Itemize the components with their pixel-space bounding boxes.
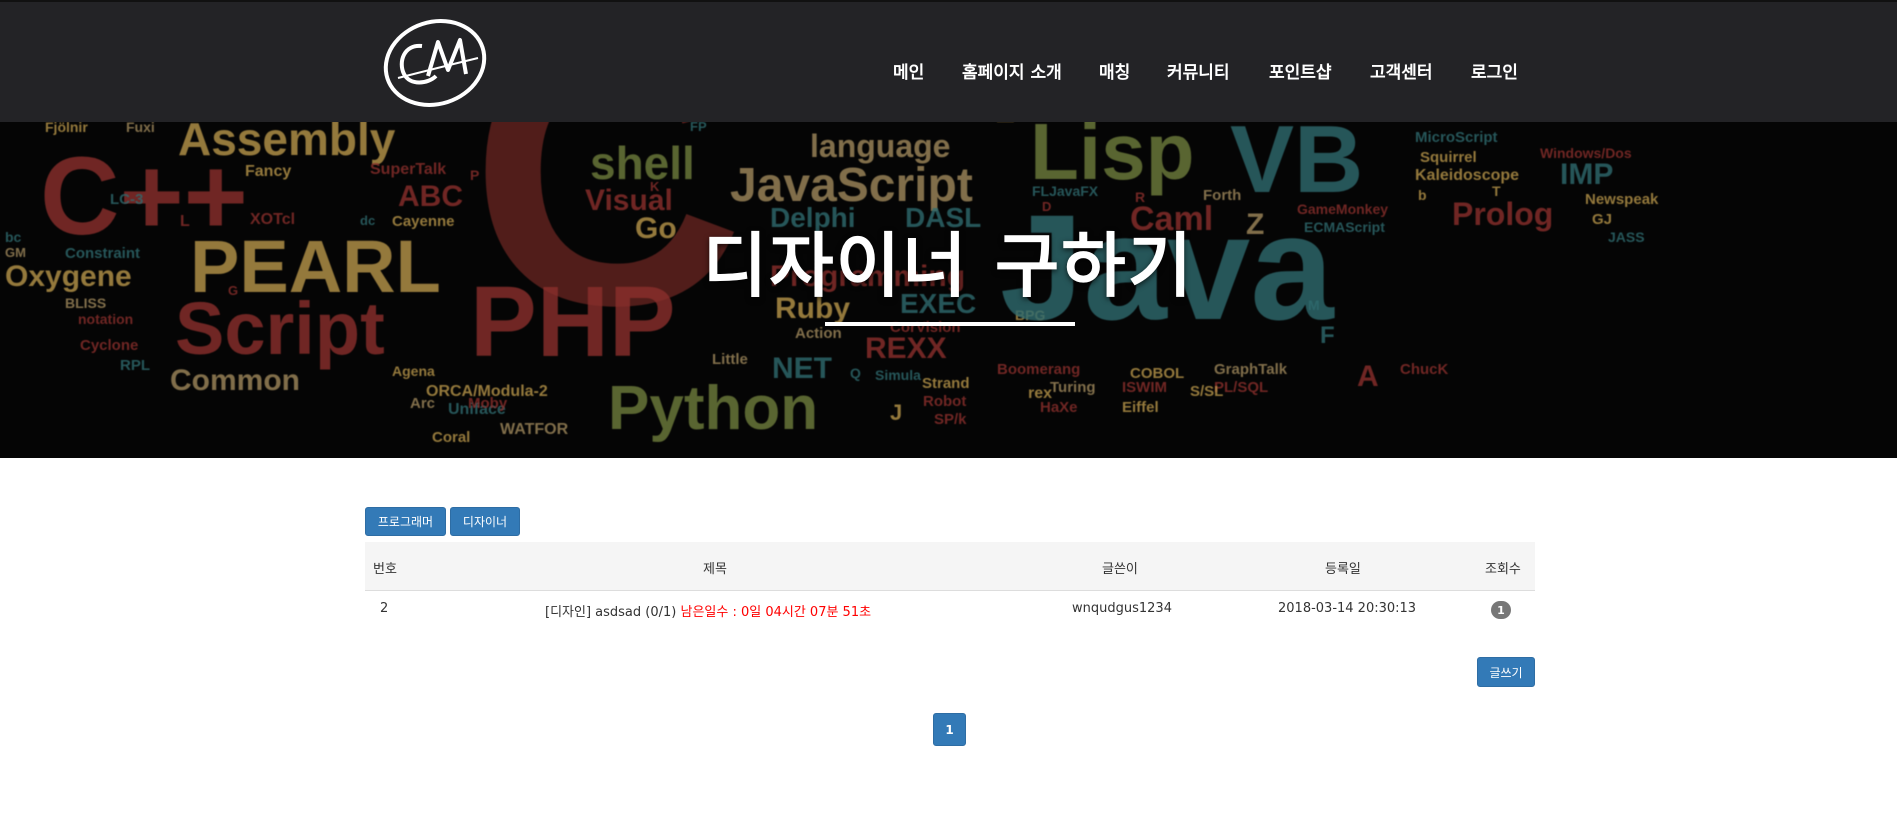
cloud-word: IMP	[1560, 158, 1614, 191]
filter-programmer-button[interactable]: 프로그래머	[365, 507, 446, 536]
cloud-word: Little	[712, 351, 748, 368]
cloud-word: A	[1357, 360, 1379, 393]
row-date: 2018-03-14 20:30:13	[1278, 601, 1417, 616]
cloud-word: J	[890, 400, 903, 425]
cloud-word: notation	[78, 311, 134, 327]
cloud-word: Action	[795, 325, 842, 342]
cloud-word: Boomerang	[997, 361, 1081, 378]
cloud-word: FLJavaFX	[1032, 183, 1099, 199]
row-remaining-time: 남은일수 : 0일 04시간 07분 51초	[680, 605, 872, 620]
cloud-word: Q	[850, 365, 861, 381]
pagination-page-1[interactable]: 1	[933, 713, 966, 746]
cloud-word: Fancy	[245, 163, 292, 180]
nav-main[interactable]: 메인	[893, 58, 924, 83]
cloud-word: Simula	[875, 367, 921, 383]
cloud-word: SP/k	[934, 411, 967, 428]
cloud-word: ABC	[398, 180, 463, 213]
cloud-word: Turing	[1050, 379, 1096, 396]
cloud-word: Forth	[1203, 187, 1242, 204]
cloud-word: K	[650, 179, 660, 194]
title-underline	[825, 322, 1075, 326]
header-date: 등록일	[1325, 562, 1361, 577]
row-no: 2	[380, 601, 389, 616]
cloud-word: Eiffel	[1122, 399, 1159, 416]
cloud-word: RPL	[120, 357, 150, 374]
cloud-word: COBOL	[1130, 365, 1185, 382]
cloud-word: Lisp	[1030, 122, 1195, 196]
cloud-word: Squirrel	[1420, 149, 1477, 166]
cloud-word: ChucK	[1400, 361, 1449, 378]
cloud-word: Kaleidoscope	[1415, 167, 1520, 184]
cloud-word: T	[1492, 183, 1501, 199]
cloud-word: shell	[590, 137, 695, 189]
cloud-word: Coral	[432, 429, 471, 446]
cloud-word: SuperTalk	[370, 161, 447, 178]
cloud-word: b	[1418, 187, 1427, 203]
cloud-word: Common	[170, 364, 300, 397]
nav-matching[interactable]: 매칭	[1099, 58, 1130, 83]
nav-login[interactable]: 로그인	[1471, 58, 1518, 83]
cloud-word: P	[470, 167, 480, 183]
cloud-word: WATFOR	[500, 421, 569, 438]
header-title: 제목	[703, 562, 727, 577]
cloud-word: MicroScript	[1415, 129, 1498, 146]
filter-designer-button[interactable]: 디자이너	[450, 507, 520, 536]
row-title-text[interactable]: [디자인] asdsad (0/1)	[545, 605, 676, 620]
cloud-word: Cyclone	[80, 337, 139, 354]
cloud-word: HaXe	[1040, 399, 1078, 416]
cloud-word: Robot	[923, 393, 967, 410]
top-navbar: 메인 홈페이지 소개 매칭 커뮤니티 포인트샵 고객센터 로그인	[0, 0, 1897, 122]
header-views: 조회수	[1485, 562, 1521, 577]
nav-about[interactable]: 홈페이지 소개	[962, 58, 1062, 83]
write-button[interactable]: 글쓰기	[1477, 657, 1535, 687]
cloud-word: S/SL	[1190, 383, 1224, 400]
cloud-word: Newspeak	[1585, 191, 1659, 208]
header-writer: 글쓴이	[1102, 562, 1138, 577]
main-nav: 메인 홈페이지 소개 매칭 커뮤니티 포인트샵 고객센터 로그인	[0, 58, 1897, 88]
header-no: 번호	[373, 562, 397, 577]
cloud-word: FP	[690, 122, 707, 134]
cloud-word: R	[1135, 189, 1146, 205]
cloud-word: LC-3	[110, 191, 144, 208]
hero-banner: C Assembly C++ Fancy SuperTalk ABC XOTcl Cayenn…	[0, 122, 1897, 458]
cloud-word: Fjölnir	[45, 122, 88, 135]
cloud-word: GraphTalk	[1214, 361, 1288, 378]
cloud-word: E	[995, 122, 1015, 128]
cloud-word: Arc	[410, 395, 436, 412]
views-badge: 1	[1491, 601, 1511, 619]
cloud-word: Python	[608, 374, 819, 443]
nav-customer-center[interactable]: 고객센터	[1370, 58, 1433, 83]
cloud-word: language	[810, 128, 951, 164]
row-title[interactable]: [디자인] asdsad (0/1) 남은일수 : 0일 04시간 07분 51…	[545, 601, 871, 620]
nav-pointshop[interactable]: 포인트샵	[1269, 58, 1332, 83]
row-writer: wnqudgus1234	[1072, 601, 1172, 616]
cloud-word: F	[1320, 322, 1335, 349]
cloud-word: ISWIM	[1122, 379, 1167, 396]
cloud-word: Moby	[468, 395, 508, 412]
nav-community[interactable]: 커뮤니티	[1167, 58, 1230, 83]
cloud-word: REXX	[865, 332, 947, 365]
cloud-word: Agena	[392, 363, 435, 379]
cloud-word: Strand	[922, 375, 970, 392]
page-title: 디자이너 구하기	[702, 225, 1195, 307]
cloud-word: Fuxi	[126, 122, 155, 135]
